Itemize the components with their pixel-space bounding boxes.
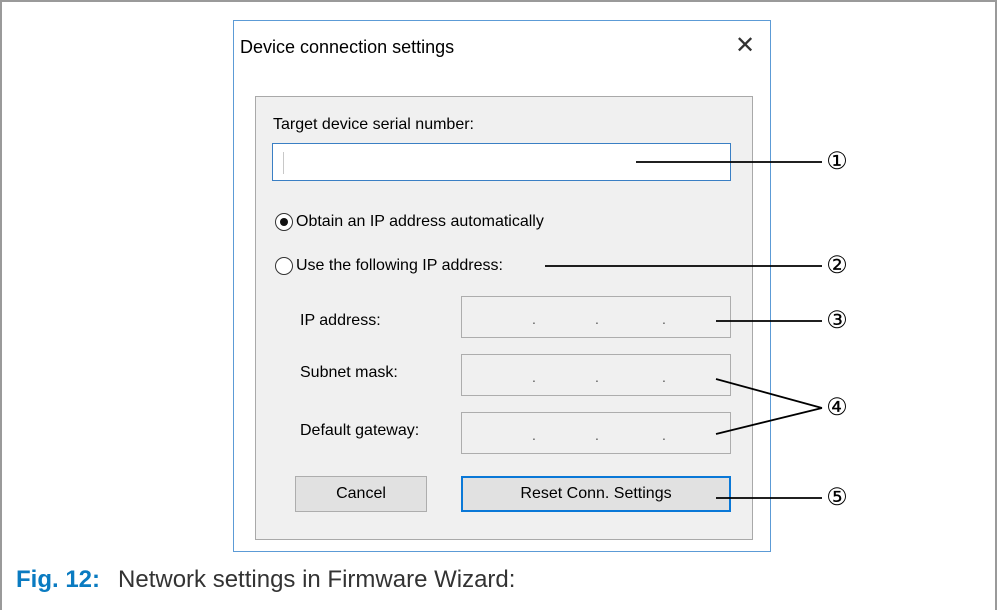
callout-3: ③ (826, 307, 848, 334)
callout-1: ① (826, 148, 848, 175)
callout-4: ④ (826, 394, 848, 421)
callout-5: ⑤ (826, 484, 848, 511)
callout-2: ② (826, 252, 848, 279)
figure-text: Network settings in Firmware Wizard: (118, 566, 516, 593)
figure-number: Fig. 12: (16, 566, 101, 593)
figure-caption: Fig. 12: Network settings in Firmware Wiz… (16, 566, 515, 594)
